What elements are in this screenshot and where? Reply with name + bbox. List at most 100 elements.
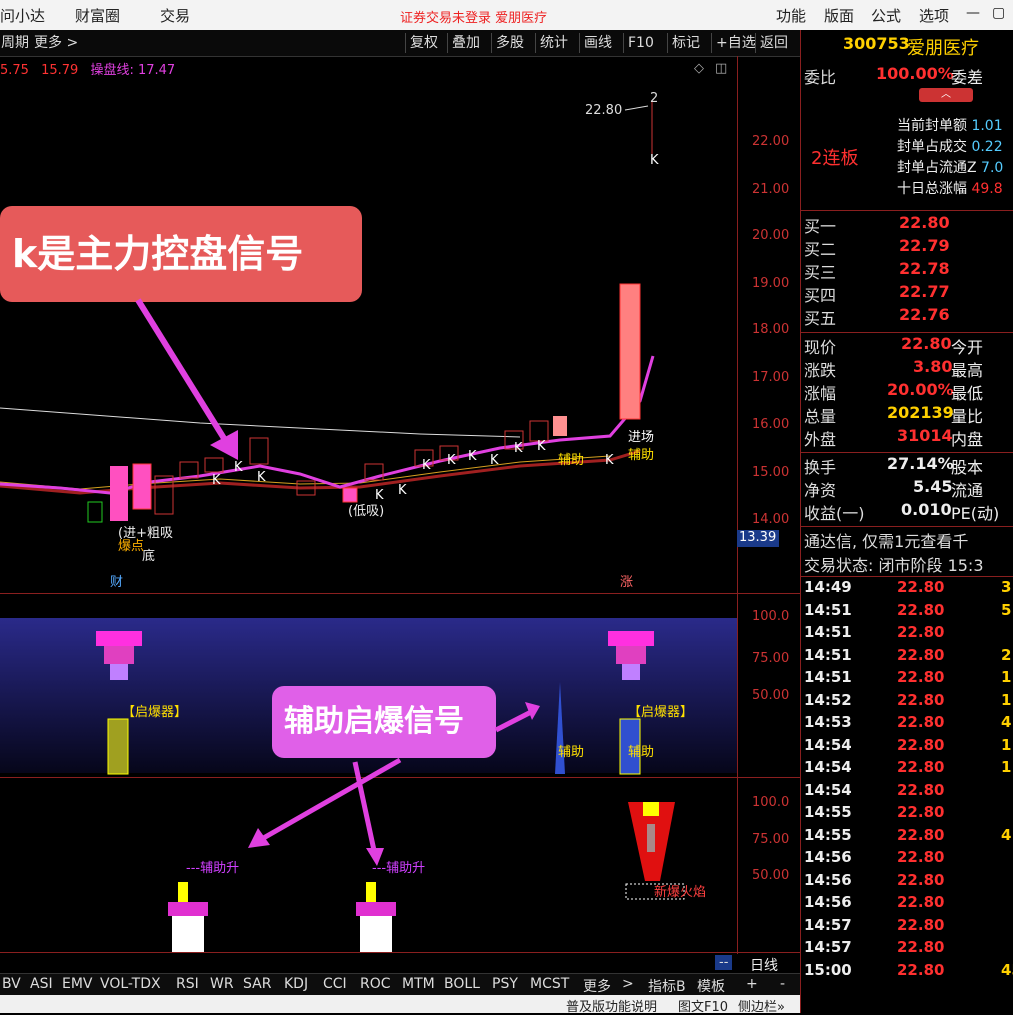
- login-notice[interactable]: 证券交易未登录 爱朋医疗: [400, 7, 547, 26]
- minimize-icon[interactable]: —: [966, 5, 980, 21]
- tick-time: 14:56: [804, 848, 852, 866]
- back-button[interactable]: 返回: [755, 33, 792, 53]
- flame-label: 新爆火焰: [654, 884, 706, 900]
- stats-right-label: 流通: [951, 481, 984, 500]
- sidebar-toggle[interactable]: 侧边栏»: [738, 996, 785, 1015]
- stats-row: 收益(一) 0.010 PE(动): [801, 500, 1013, 523]
- tick-time: 14:54: [804, 780, 852, 799]
- more-button[interactable]: 更多 >: [30, 33, 82, 53]
- weibi-value: 100.00%: [876, 64, 954, 83]
- k-marker: K: [490, 453, 499, 468]
- tab-emv[interactable]: EMV: [62, 976, 93, 992]
- tab-cci[interactable]: CCI: [323, 976, 347, 992]
- k-marker: K: [468, 449, 477, 464]
- weibi-row: 委比 100.00% 委差: [801, 64, 1013, 87]
- tab-rsi[interactable]: RSI: [176, 976, 199, 992]
- tick-volume: 5: [1001, 600, 1012, 619]
- stock-header: 300753 爱朋医疗: [801, 34, 1013, 60]
- collapse-icon[interactable]: ︿: [919, 88, 973, 102]
- tab-roc[interactable]: ROC: [360, 976, 391, 992]
- quote-panel: 300753 爱朋医疗 委比 100.00% 委差 ︿ 2连板 当前封单额 1.…: [800, 30, 1013, 1013]
- fuquan-button[interactable]: 复权: [405, 33, 442, 53]
- candle: [87, 501, 103, 523]
- tick-row: 14:53 22.80 4: [801, 713, 1013, 736]
- scroll-indicator[interactable]: --: [715, 955, 733, 970]
- menu-item-xuanxiang[interactable]: 选项: [919, 5, 949, 26]
- bid-label: 买三: [804, 263, 837, 282]
- period-button[interactable]: 周期: [0, 33, 33, 53]
- tab-vol-tdx[interactable]: VOL-TDX: [100, 976, 161, 992]
- k-marker: K: [537, 439, 546, 454]
- add-watchlist-button[interactable]: +自选: [711, 33, 760, 53]
- tick-time: 14:55: [804, 803, 852, 821]
- help-link[interactable]: 普及版功能说明: [566, 996, 657, 1015]
- tab-next-icon[interactable]: >: [622, 976, 634, 992]
- ad-banner[interactable]: 通达信, 仅需1元查看千: [801, 528, 1013, 551]
- tab-mtm[interactable]: MTM: [402, 976, 435, 992]
- zoom-out-button[interactable]: -: [780, 976, 785, 992]
- tab-more[interactable]: 更多: [583, 976, 611, 996]
- high-arrow: [624, 105, 649, 111]
- tab-indicator-b[interactable]: 指标B: [648, 976, 686, 996]
- y-tick: 16.00: [752, 417, 790, 432]
- tab-template[interactable]: 模板: [697, 976, 725, 996]
- tick-volume: 1: [1001, 690, 1012, 709]
- f10-link[interactable]: 图文F10: [678, 996, 728, 1015]
- tab-bv[interactable]: BV: [2, 976, 21, 992]
- bid-price: 22.76: [899, 305, 950, 324]
- tab-psy[interactable]: PSY: [492, 976, 518, 992]
- k-marker: K: [447, 453, 456, 468]
- overlay-button[interactable]: 叠加: [447, 33, 484, 53]
- sub1-y-tick: 100.0: [752, 609, 790, 624]
- stock-name: 爱朋医疗: [907, 38, 979, 59]
- tick-time: 14:56: [804, 870, 852, 889]
- seal-value: 7.0: [981, 160, 1004, 176]
- fuzhu-signal-2: 辅助: [628, 448, 654, 463]
- tick-time: 14:53: [804, 713, 852, 731]
- tick-price: 22.80: [897, 713, 945, 731]
- menu-item-jiaoyi[interactable]: 交易: [160, 5, 190, 26]
- menu-item-banmian[interactable]: 版面: [824, 5, 854, 26]
- f10-button[interactable]: F10: [623, 33, 658, 53]
- stats-button[interactable]: 统计: [535, 33, 572, 53]
- trade-state: 交易状态: 闭市阶段 15:3: [801, 552, 1013, 575]
- ad-text[interactable]: 通达信, 仅需1元查看千: [804, 528, 968, 551]
- tick-price: 22.80: [897, 915, 945, 934]
- sub2-y-tick: 75.00: [752, 832, 790, 847]
- qibaoqi-label-left: 【启爆器】: [122, 705, 187, 720]
- menu-item-caifuquan[interactable]: 财富圈: [75, 5, 120, 26]
- tab-mcst[interactable]: MCST: [530, 976, 569, 992]
- period-label[interactable]: 日线: [750, 955, 778, 975]
- flame-bar: [628, 802, 675, 881]
- bid-row: 买四 22.77: [801, 282, 1013, 305]
- fuzhusheng-bar-left: [168, 882, 208, 952]
- zoom-in-button[interactable]: +: [746, 976, 758, 992]
- y-tick: 20.00: [752, 228, 790, 243]
- draw-line-button[interactable]: 画线: [579, 33, 616, 53]
- candle: [110, 466, 128, 521]
- seal-label: 封单占流通Z: [897, 160, 977, 176]
- quote-row: 总量 202139 量比: [801, 403, 1013, 426]
- tab-kdj[interactable]: KDJ: [284, 976, 308, 992]
- tab-wr[interactable]: WR: [210, 976, 234, 992]
- menu-item-gongneng[interactable]: 功能: [776, 5, 806, 26]
- tab-sar[interactable]: SAR: [243, 976, 271, 992]
- tab-boll[interactable]: BOLL: [444, 976, 480, 992]
- diamond-icon[interactable]: ◇: [694, 61, 704, 76]
- zhang-marker: 涨: [620, 575, 633, 590]
- multi-stock-button[interactable]: 多股: [491, 33, 528, 53]
- menu-item-gongshi[interactable]: 公式: [871, 5, 901, 26]
- tab-asi[interactable]: ASI: [30, 976, 53, 992]
- board-badge: 2连板: [811, 148, 859, 169]
- stats-value: 0.010: [901, 500, 952, 519]
- tick-row: 14:56 22.80: [801, 848, 1013, 871]
- tick-price: 22.80: [897, 735, 945, 754]
- tick-time: 14:55: [804, 825, 852, 844]
- fuzhu-signal: 辅助: [558, 453, 584, 468]
- stats-label: 收益(一): [804, 504, 865, 523]
- menu-item-wenxiaoda[interactable]: 问小达: [0, 5, 45, 26]
- mark-button[interactable]: 标记: [667, 33, 704, 53]
- maximize-icon[interactable]: ▢: [992, 5, 1005, 21]
- panel-toggle-icon[interactable]: ◫: [715, 61, 727, 76]
- tick-price: 22.80: [897, 938, 945, 956]
